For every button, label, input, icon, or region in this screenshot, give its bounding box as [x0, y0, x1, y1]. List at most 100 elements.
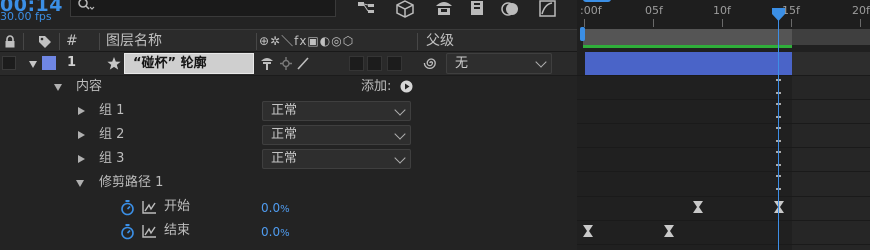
group-label: 组 3: [99, 151, 125, 166]
percent-sign: %: [280, 228, 290, 239]
ruler-major-tick: [584, 19, 585, 27]
adjustment-layer-toggle[interactable]: [367, 56, 382, 71]
motion-blur-icon[interactable]: [499, 0, 521, 18]
blend-mode-value: 正常: [271, 151, 298, 166]
shy-layers-icon[interactable]: [433, 0, 455, 18]
blend-mode-dropdown[interactable]: 正常: [262, 125, 411, 145]
timeline-row-separator: [577, 75, 870, 76]
start-value-number: 0.0: [261, 201, 281, 215]
ruler-major-tick: [653, 19, 654, 27]
timeline-row-separator: [577, 99, 870, 100]
ruler-major-tick: [722, 19, 723, 27]
group-row[interactable]: 组 3 正常: [0, 147, 577, 171]
contents-row[interactable]: 内容 添加:: [0, 75, 577, 99]
stopwatch-icon[interactable]: [120, 200, 135, 216]
timeline-panel[interactable]: :00f 05f 10f 15f 20f: [577, 0, 870, 250]
frame-blending-icon[interactable]: [467, 0, 489, 18]
group-expand-triangle[interactable]: [78, 131, 85, 139]
timeline-out-region: [792, 75, 870, 250]
timeline-row-separator: [577, 220, 870, 221]
search-input[interactable]: [70, 0, 336, 17]
column-switches[interactable]: ⊕✲＼fx▣◐◎⬡: [259, 30, 354, 53]
trim-expand-triangle[interactable]: [76, 180, 84, 187]
group-expand-triangle[interactable]: [78, 107, 85, 115]
add-circle-icon[interactable]: [400, 80, 413, 93]
add-label[interactable]: 添加:: [361, 75, 391, 99]
ruler-major-tick: [791, 19, 792, 27]
blend-mode-dropdown[interactable]: 正常: [262, 149, 411, 169]
end-property-row[interactable]: 结束 0.0%: [0, 220, 577, 244]
column-parent[interactable]: 父级: [426, 30, 454, 53]
contents-label: 内容: [76, 79, 103, 94]
motion-blur-toggle[interactable]: [349, 56, 364, 71]
layer-index: 1: [67, 55, 77, 70]
current-time-indicator-line[interactable]: [778, 14, 779, 250]
keyframe-icon[interactable]: [663, 224, 675, 238]
draft-3d-icon[interactable]: [394, 0, 416, 18]
collapse-switch-icon[interactable]: [279, 56, 293, 71]
end-label: 结束: [164, 223, 191, 238]
column-divider: [99, 33, 100, 50]
contents-expand-triangle[interactable]: [54, 84, 62, 91]
group-label: 组 2: [99, 127, 125, 142]
keyframe-icon[interactable]: [582, 224, 594, 238]
layer-expand-triangle[interactable]: [29, 61, 37, 68]
timeline-row-separator: [577, 147, 870, 148]
layer-name-text: “碰杯” 轮廓: [133, 56, 207, 71]
parent-spiral-icon[interactable]: [423, 55, 439, 71]
work-area-start-handle[interactable]: [580, 27, 585, 41]
start-value[interactable]: 0.0%: [261, 196, 290, 222]
timeline-row-separator: [577, 196, 870, 197]
group-label: 组 1: [99, 103, 125, 118]
lock-icon[interactable]: [4, 35, 16, 48]
group-row[interactable]: 组 2 正常: [0, 123, 577, 147]
blend-mode-value: 正常: [271, 127, 298, 142]
composition-flowchart-icon[interactable]: [356, 0, 378, 18]
lock-toggle[interactable]: [2, 56, 16, 70]
shy-switch-icon[interactable]: [260, 56, 274, 71]
start-property-row[interactable]: 开始 0.0%: [0, 196, 577, 220]
column-divider: [59, 33, 60, 50]
parent-dropdown[interactable]: 无: [446, 53, 552, 74]
time-navigator-handle[interactable]: [583, 0, 611, 2]
chevron-down-icon: [535, 56, 547, 68]
3d-layer-toggle[interactable]: [387, 56, 402, 71]
column-divider: [417, 33, 418, 50]
ruler-major-tick: [860, 19, 861, 27]
current-time-indicator-head[interactable]: [772, 8, 785, 22]
group-expand-triangle[interactable]: [78, 155, 85, 163]
percent-sign: %: [280, 204, 290, 215]
layer-panel: 00:14 30.00 fps # 图层名称 ⊕✲＼fx▣◐◎⬡ 父级 1 “碰…: [0, 0, 577, 250]
layer-label-swatch[interactable]: [42, 56, 56, 70]
keyframe-icon[interactable]: [692, 200, 704, 214]
group-row[interactable]: 组 1 正常: [0, 99, 577, 123]
layer-row[interactable]: 1 “碰杯” 轮廓 无: [0, 52, 577, 75]
fps-label: 30.00 fps: [0, 10, 52, 23]
end-value[interactable]: 0.0%: [261, 220, 290, 246]
column-divider: [256, 33, 257, 50]
star-icon: [107, 57, 121, 70]
chevron-down-icon: [394, 152, 406, 164]
layer-duration-bar[interactable]: [585, 52, 792, 75]
column-hash[interactable]: #: [66, 30, 78, 53]
ruler-tick-label: 20f: [852, 4, 870, 17]
parent-dropdown-value: 无: [455, 56, 469, 71]
label-tag-icon[interactable]: [38, 35, 52, 48]
blend-mode-dropdown[interactable]: 正常: [262, 101, 411, 121]
ruler-tick-label: :00f: [580, 4, 602, 17]
timeline-row-separator: [577, 244, 870, 245]
layer-name-field[interactable]: “碰杯” 轮廓: [124, 53, 254, 74]
time-ruler[interactable]: :00f 05f 10f 15f 20f: [577, 0, 870, 29]
column-layer-name[interactable]: 图层名称: [106, 30, 162, 53]
graph-icon[interactable]: [142, 225, 156, 238]
column-divider: [23, 33, 24, 50]
quality-switch-icon[interactable]: [296, 56, 310, 71]
stopwatch-icon[interactable]: [120, 224, 135, 240]
ruler-tick-label: 05f: [645, 4, 663, 17]
layer-bar-empty: [792, 52, 870, 75]
keyframe-icon[interactable]: [773, 200, 785, 214]
trim-paths-row[interactable]: 修剪路径 1: [0, 171, 577, 195]
graph-icon[interactable]: [142, 201, 156, 214]
cache-indicator: [583, 45, 792, 48]
graph-editor-icon[interactable]: [537, 0, 559, 18]
